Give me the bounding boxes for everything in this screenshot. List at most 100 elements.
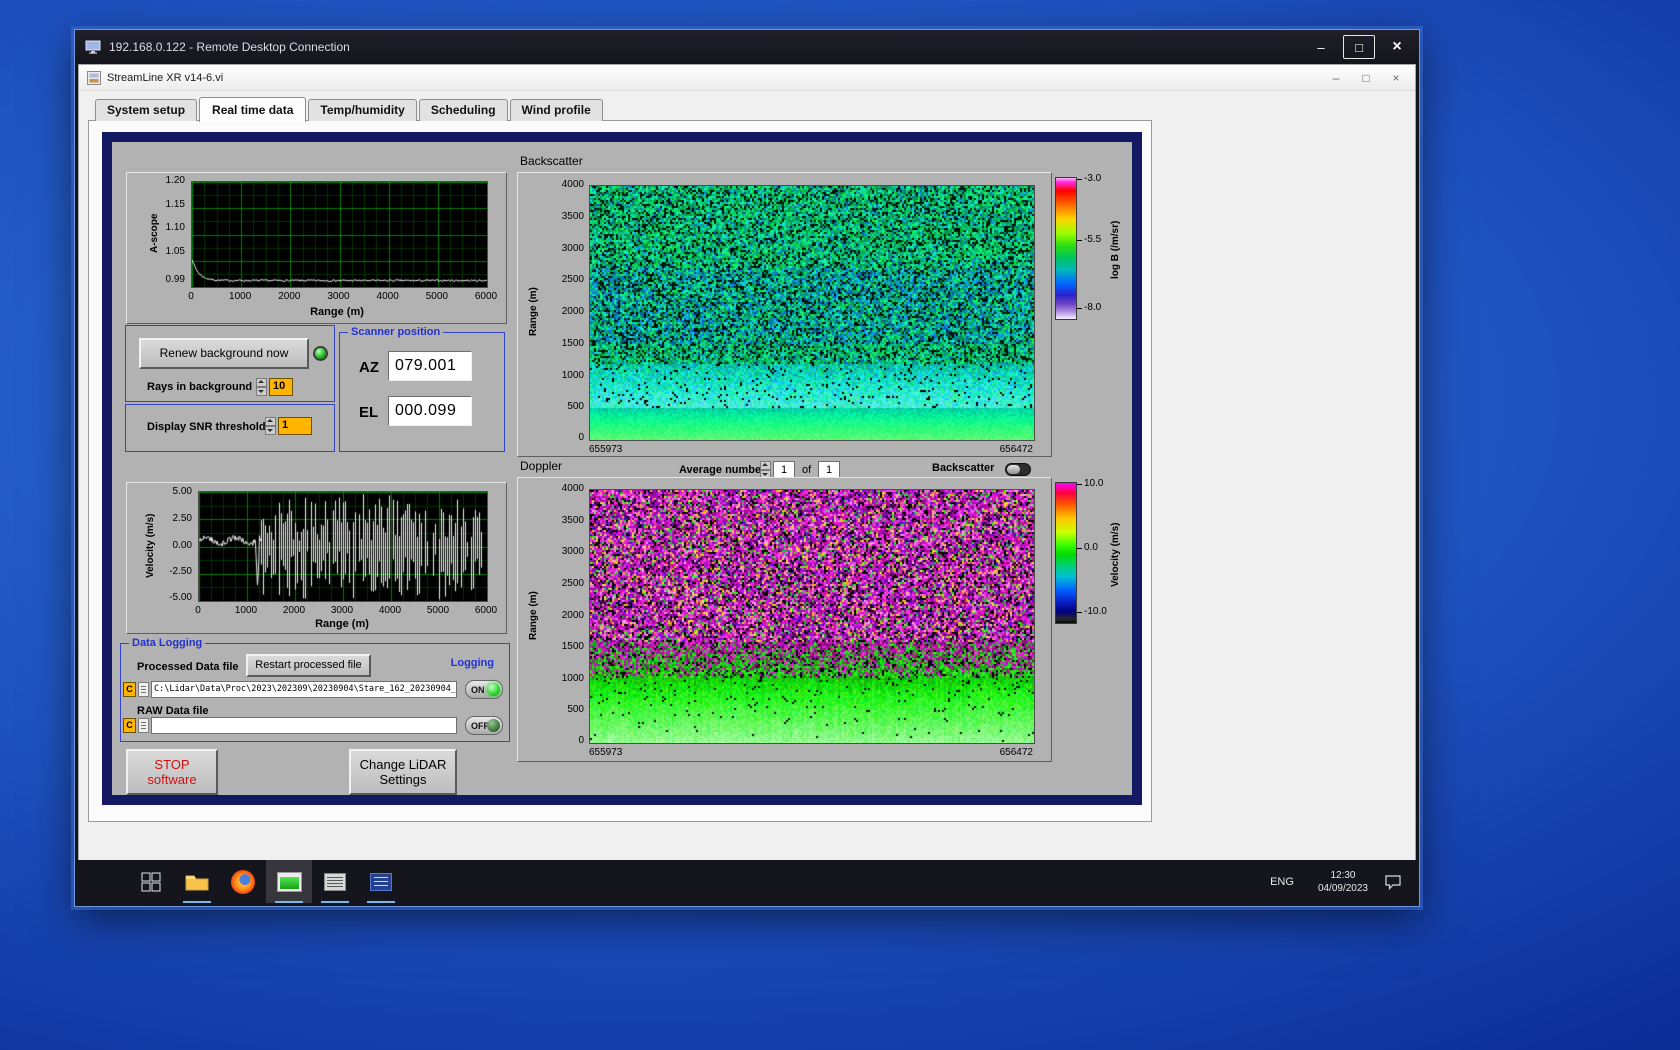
rays-value-field[interactable]: 10 bbox=[269, 378, 293, 396]
scan-scheduler-icon bbox=[324, 872, 346, 891]
renew-background-button[interactable]: Renew background now bbox=[139, 338, 309, 369]
snr-value-field[interactable]: 1 bbox=[278, 417, 312, 435]
doppler-title: Doppler bbox=[520, 459, 563, 473]
snr-threshold-label: Display SNR threshold bbox=[147, 421, 266, 433]
velocity-xticks: 0 1000 2000 3000 4000 5000 6000 bbox=[188, 605, 497, 617]
app-close-button[interactable]: × bbox=[1381, 65, 1411, 91]
rdp-titlebar[interactable]: 192.168.0.122 - Remote Desktop Connectio… bbox=[75, 30, 1419, 64]
stop-software-button[interactable]: STOP software bbox=[126, 749, 218, 795]
logging-label: Logging bbox=[450, 657, 494, 669]
processed-logging-toggle[interactable]: ON bbox=[465, 680, 503, 699]
app-window: StreamLine XR v14-6.vi – □ × System setu… bbox=[78, 64, 1416, 862]
raw-browse-icon[interactable] bbox=[138, 718, 149, 733]
spinner-up-icon[interactable] bbox=[256, 378, 267, 387]
doppler-colorbar-label: Velocity (m/s) bbox=[1110, 522, 1121, 587]
tab-system-setup[interactable]: System setup bbox=[95, 99, 198, 121]
restart-processed-file-button[interactable]: Restart processed file bbox=[246, 654, 371, 677]
task-view-button[interactable] bbox=[128, 860, 174, 903]
app-titlebar[interactable]: StreamLine XR v14-6.vi – □ × bbox=[79, 65, 1415, 91]
y-tick-label: 500 bbox=[567, 704, 584, 716]
az-value-field[interactable]: 079.001 bbox=[388, 351, 472, 381]
file-explorer-button[interactable] bbox=[174, 860, 220, 903]
firefox-icon bbox=[231, 869, 255, 894]
ascope-plot bbox=[191, 181, 488, 288]
change-line1: Change LiDAR bbox=[359, 757, 447, 772]
el-value-field[interactable]: 000.099 bbox=[388, 396, 472, 426]
ascope-yticks: 1.20 1.15 1.10 1.05 0.99 bbox=[139, 175, 187, 286]
scanner-position-frame: Scanner position AZ 079.001 EL 000.099 bbox=[339, 325, 505, 452]
snr-control-box: Display SNR threshold 1 bbox=[125, 404, 335, 452]
raw-path-row: C OFF bbox=[123, 716, 509, 735]
backscatter-colorbar-label: log B (/m/sr) bbox=[1110, 220, 1121, 279]
taskbar-clock[interactable]: 12:30 04/09/2023 bbox=[1318, 869, 1368, 895]
x-tick-label: 0 bbox=[188, 291, 194, 302]
spinner-up-icon[interactable] bbox=[265, 417, 276, 426]
app-restore-button[interactable]: □ bbox=[1351, 65, 1381, 91]
spinner-down-icon[interactable] bbox=[256, 387, 267, 396]
backscatter-toggle-label: Backscatter bbox=[932, 462, 995, 474]
stop-line1: STOP bbox=[154, 757, 190, 772]
notification-icon[interactable] bbox=[1384, 874, 1402, 890]
rdp-maximize-button[interactable]: □ bbox=[1343, 35, 1375, 59]
streamline-app-icon bbox=[276, 871, 302, 892]
backscatter-xtick-start: 655973 bbox=[589, 444, 623, 455]
backscatter-yaxis-label: Range (m) bbox=[528, 287, 539, 337]
tab-scheduling[interactable]: Scheduling bbox=[418, 99, 508, 121]
x-tick-label: 3000 bbox=[327, 291, 350, 302]
app-minimize-button[interactable]: – bbox=[1321, 65, 1351, 91]
rdp-minimize-button[interactable]: – bbox=[1305, 35, 1337, 59]
y-tick-label: -2.50 bbox=[169, 566, 192, 578]
y-tick-label: 1.05 bbox=[165, 245, 185, 257]
velocity-plot bbox=[198, 491, 488, 602]
processed-browse-icon[interactable] bbox=[138, 682, 149, 697]
raw-drive-box[interactable]: C bbox=[123, 718, 136, 733]
task-view-icon bbox=[141, 872, 161, 891]
y-tick-label: 1.15 bbox=[165, 198, 185, 210]
x-tick-label: 5000 bbox=[426, 605, 450, 616]
tab-temp-humidity[interactable]: Temp/humidity bbox=[308, 99, 417, 121]
spinner-down-icon[interactable] bbox=[265, 426, 276, 435]
backscatter-xtick-end: 656472 bbox=[999, 444, 1033, 455]
y-tick-label: 4000 bbox=[561, 483, 584, 494]
y-tick-label: 500 bbox=[567, 401, 584, 413]
on-label: ON bbox=[471, 684, 485, 695]
y-tick-label: 2000 bbox=[561, 306, 584, 317]
toggle-knob bbox=[1007, 465, 1020, 474]
az-label: AZ bbox=[359, 359, 379, 376]
data-viewer-button[interactable] bbox=[358, 860, 404, 903]
y-tick-label: 4000 bbox=[561, 179, 584, 190]
doppler-heatmap bbox=[589, 489, 1035, 744]
backscatter-doppler-toggle[interactable] bbox=[1005, 463, 1031, 476]
streamline-app-button[interactable] bbox=[266, 860, 312, 903]
backscatter-plot-group: Range (m) 4000 3500 3000 2500 2000 1500 1000 50… bbox=[517, 172, 1052, 457]
y-tick-label: 5.00 bbox=[172, 486, 192, 498]
language-indicator[interactable]: ENG bbox=[1262, 870, 1302, 894]
scan-scheduler-button[interactable] bbox=[312, 860, 358, 903]
ascope-xaxis-label: Range (m) bbox=[310, 306, 364, 318]
backscatter-heatmap bbox=[589, 185, 1035, 441]
processed-path-field[interactable]: C:\Lidar\Data\Proc\2023\202309\20230904\… bbox=[151, 681, 457, 698]
y-tick-label: 1000 bbox=[561, 369, 584, 381]
rays-spinner[interactable] bbox=[256, 378, 267, 396]
taskbar: ENG 12:30 04/09/2023 bbox=[78, 860, 1416, 903]
raw-logging-toggle[interactable]: OFF bbox=[465, 716, 503, 735]
panel-inner: A-scope 1.20 1.15 1.10 1.05 0.99 0 1000 2000 30… bbox=[112, 142, 1132, 795]
y-tick-label: 3000 bbox=[561, 242, 584, 254]
processed-drive-box[interactable]: C bbox=[123, 682, 136, 697]
clock-time: 12:30 bbox=[1330, 869, 1356, 881]
x-tick-label: 5000 bbox=[425, 291, 448, 302]
x-tick-label: 2000 bbox=[278, 291, 301, 302]
tab-real-time-data[interactable]: Real time data bbox=[199, 97, 307, 122]
data-logging-frame: Data Logging Processed Data file Restart… bbox=[120, 636, 510, 742]
backscatter-title: Backscatter bbox=[520, 154, 583, 168]
snr-spinner[interactable] bbox=[265, 417, 276, 435]
change-lidar-settings-button[interactable]: Change LiDAR Settings bbox=[349, 749, 457, 795]
tab-wind-profile[interactable]: Wind profile bbox=[509, 99, 603, 121]
rdp-close-button[interactable]: × bbox=[1381, 35, 1413, 59]
folder-icon bbox=[185, 875, 209, 890]
doppler-yticks: 4000 3500 3000 2500 2000 1500 1000 500 0 bbox=[544, 483, 586, 746]
spinner-up-icon[interactable] bbox=[760, 461, 771, 470]
raw-path-field[interactable] bbox=[151, 717, 457, 734]
firefox-button[interactable] bbox=[220, 860, 266, 903]
backscatter-yticks: 4000 3500 3000 2500 2000 1500 1000 500 0 bbox=[544, 179, 586, 443]
